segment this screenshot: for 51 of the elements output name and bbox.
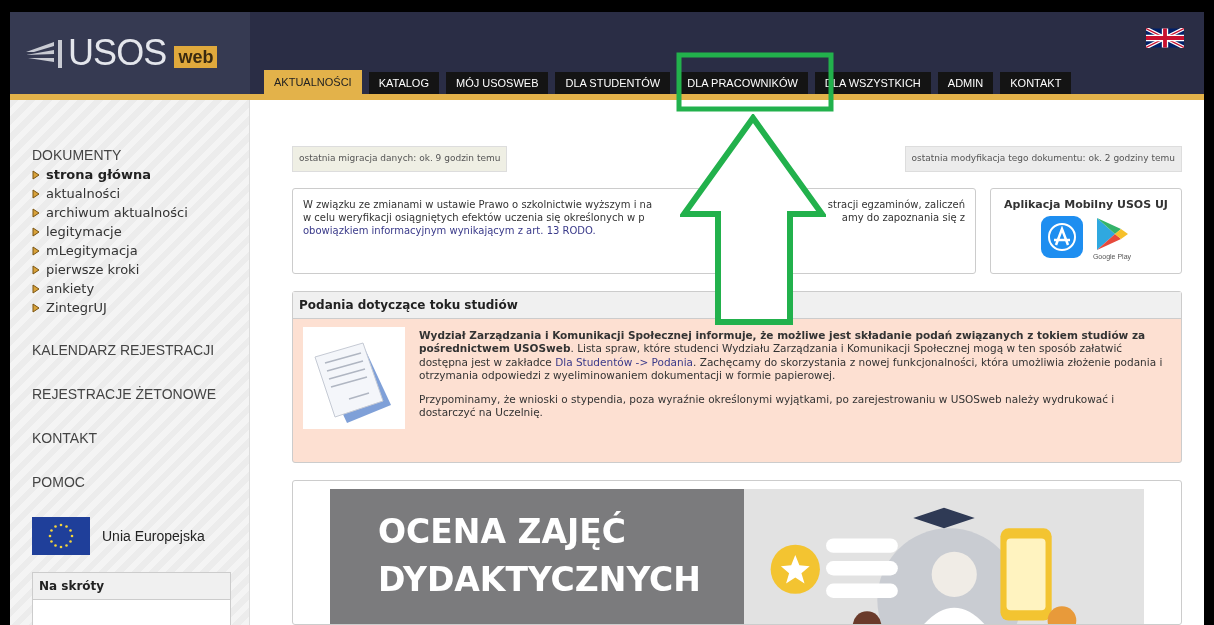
modification-status: ostatnia modyfikacja tego dokumentu: ok. 2 godziny temu [904,146,1182,172]
bullet-icon [32,207,40,218]
podania-paragraph: Przypominamy, że wnioski o stypendia, poza wyraźnie określonymi wyjątkami, po zarejestrowaniu w USOSweb należy wydrukować i dostarczyć na Uczelnię. [419,392,1116,420]
play-store-icon[interactable] [1095,216,1129,252]
nav-tab[interactable]: MÓJ USOSWEB [445,72,549,94]
sidebar-link[interactable]: legitymacje [46,221,122,242]
banner-title: DYDAKTYCZNYCH [378,558,702,601]
app-title: Aplikacja Mobilny USOS UJ [1004,196,1168,213]
nav-tab[interactable]: DLA STUDENTÓW [555,72,671,94]
logo-icon [24,38,64,68]
sidebar-heading[interactable]: DOKUMENTY [32,146,231,165]
sidebar-link[interactable]: ZintegrUJ [46,297,107,318]
sidebar-heading[interactable]: KONTAKT [32,429,231,448]
bullet-icon [32,188,40,199]
app-store-icon[interactable] [1040,216,1083,258]
notice-text: stracji egzaminów, zaliczeń [827,197,965,211]
bullet-icon [32,169,40,180]
sidebar-heading[interactable]: REJESTRACJE ŻETONOWE [32,385,231,404]
migration-status: ostatnia migracja danych: ok. 9 godzin temu [292,146,508,172]
notice-link[interactable]: obowiązkiem informacyjnym wynikającym z art. 13 RODO. [303,224,596,236]
sidebar-link[interactable]: pierwsze kroki [46,259,140,280]
nav-tab[interactable]: ADMIN [937,72,994,94]
bullet-icon [32,245,40,256]
notice-text: amy do zapoznania się z [841,210,965,224]
podania-paragraph: Wydział Zarządzania i Komunikacji Społecznej informuje, że możliwe jest składanie podań związanych z tokiem studiów za pośrednictwem USOSweb. Lista spraw, które studenci Wydziału Zarządzania i Komunikacji Społecznej mogą w ten sposób załatwić dostępna jest w zakładce Dla Studentów -> Podania. Zachęcamy do skorzystania z nowej funkcjonalności, która umożliwia złożenie podania i otrzymania odpowiedzi z wyeliminowaniem dokumentacji w formie papierowej. [419,328,1164,383]
eu-flag-icon [32,517,90,555]
banner-title: OCENA ZAJĘĆ [378,510,627,553]
bullet-icon [32,264,40,275]
eu-label: Unia Europejska [102,526,205,546]
podania-link[interactable]: Dla Studentów -> Podania [555,355,693,368]
logo-text: USOS [68,35,167,71]
bullet-icon [32,283,40,294]
nav-tab[interactable]: AKTUALNOŚCI [264,70,362,94]
sidebar-link[interactable]: aktualności [46,183,121,204]
sidebar-heading[interactable]: KALENDARZ REJESTRACJI [32,341,231,360]
notice-text: W związku ze zmianami w ustawie Prawo o szkolnictwie wyższym i na [303,197,653,211]
sidebar-link[interactable]: archiwum aktualności [46,202,188,223]
shortcuts-title: Na skróty [33,573,230,600]
nav-tab[interactable]: KONTAKT [1000,72,1072,94]
panel-title: Podania dotyczące toku studiów [293,291,1181,319]
sidebar-heading[interactable]: POMOC [32,473,231,492]
notice-text: w celu weryfikacji osiągniętych efektów uczenia się określonych w p [303,210,645,224]
document-icon [303,326,405,429]
sidebar-link[interactable]: strona główna [46,164,151,185]
logo-badge: web [174,45,218,69]
nav-tab[interactable]: KATALOG [368,72,439,94]
bullet-icon [32,302,40,313]
sidebar-link[interactable]: ankiety [46,278,95,299]
uk-flag-icon[interactable] [1146,28,1184,48]
bullet-icon [32,226,40,237]
sidebar-link[interactable]: mLegitymacja [46,240,138,261]
